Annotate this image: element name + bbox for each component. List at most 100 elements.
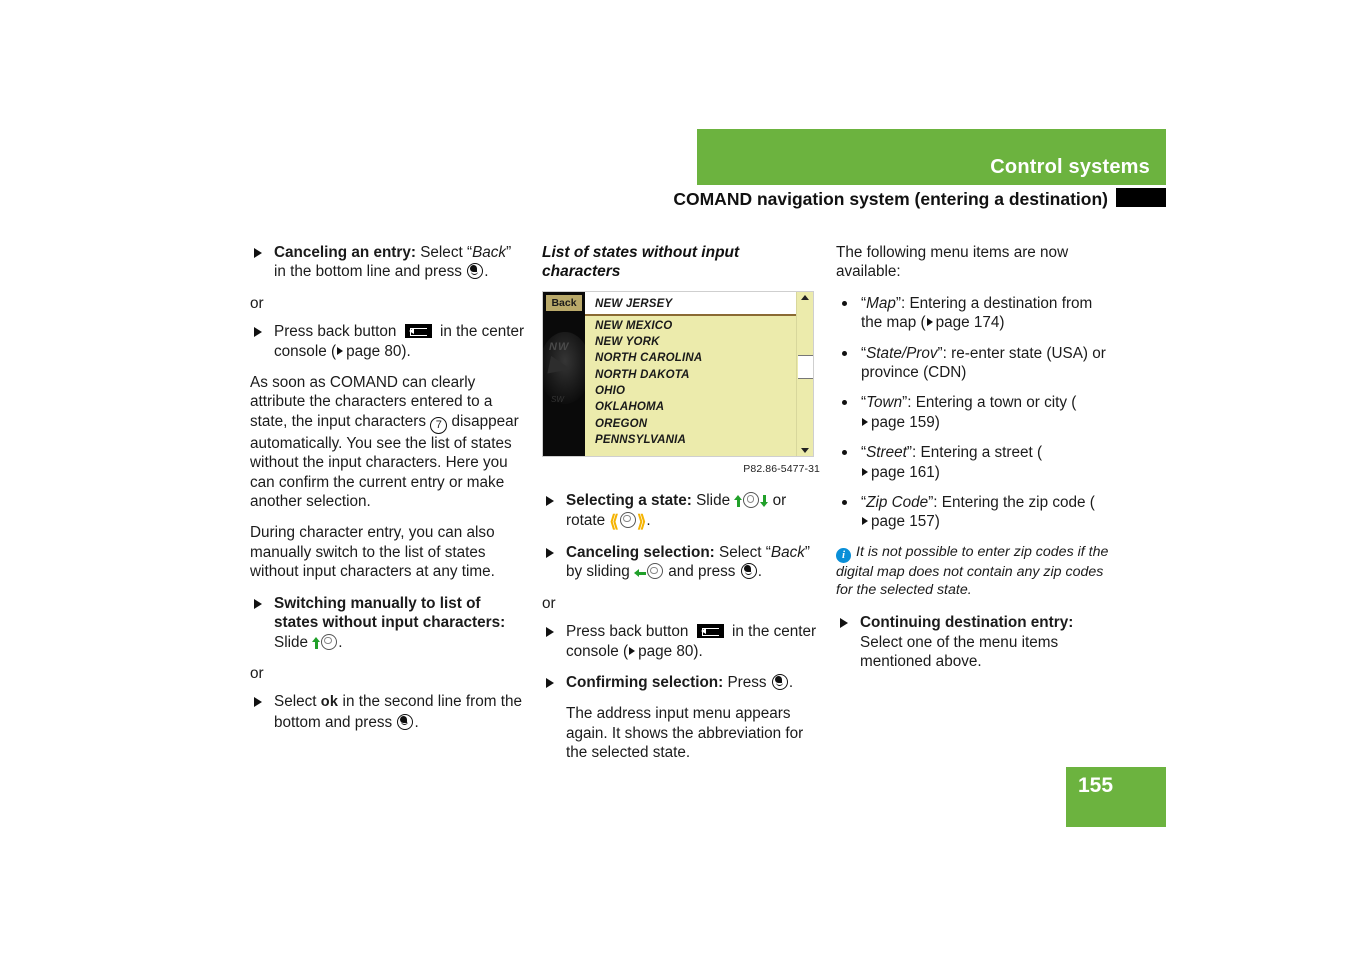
list-item: Selecting a state: Slide or rotate ⟪ ⟫. [542,491,820,531]
info-icon: i [836,547,851,563]
back-keyword: Back [770,544,805,562]
list-item: Confirming selection: Press . [542,673,820,692]
controller-ring-icon [321,633,338,650]
list-item[interactable]: OREGON [595,416,797,432]
menu-item-town: Town [866,394,903,412]
press-back-text-a: Press back button [274,323,397,341]
page-subtitle: COMAND navigation system (entering a des… [673,189,1108,209]
comand-screen-figure: NW SW Back NEW JERSEY NEW MEXICO NEW YOR… [542,290,814,457]
canceling-selection-text-c: and press [668,563,736,581]
slide-left-arrow-icon [634,569,647,578]
screen-selected-row[interactable]: NEW JERSEY [585,291,797,316]
screen-state-list[interactable]: NEW MEXICO NEW YORK NORTH CAROLINA NORTH… [585,315,797,456]
controller-ring-icon [743,492,760,509]
confirming-selection-text: Press [723,674,767,692]
canceling-entry-text-a: Select “ [415,244,473,261]
page-ref: page 159) [871,413,940,431]
menu-items-intro: The following menu items are now availab… [836,244,1069,281]
menu-item-zipcode-desc: ”: Entering the zip code ( [928,494,1095,512]
left-column: Canceling an entry: Select “Back” in the… [250,243,525,744]
manual-page: Control systems COMAND navigation system… [0,0,1351,954]
back-button-icon [404,324,432,339]
menu-item-map: Map [866,294,896,312]
middle-column: List of states without input characters … [542,243,820,775]
list-item: “Town”: Entering a town or city (page 15… [836,393,1113,432]
back-button-icon [696,624,724,639]
screen-selected-state: NEW JERSEY [595,297,673,310]
page-number: 155 [1078,774,1114,797]
page-ref-triangle-icon [862,517,868,526]
or-separator-2: or [250,664,264,682]
list-item: Press back button in the center console … [542,622,820,661]
figure-title: List of states without input characters [542,244,740,281]
address-menu-paragraph: The address input menu appears again. It… [542,704,820,762]
compass-label-sw: SW [551,394,564,404]
page-ref-triangle-icon [629,646,636,655]
confirming-selection-label: Confirming selection: [566,674,724,692]
page-ref-triangle-icon [862,467,868,476]
list-item: “Map”: Entering a destination from the m… [836,294,1113,333]
ok-keyword: ok [320,694,339,711]
list-item[interactable]: NORTH DAKOTA [595,367,797,383]
paragraph-manual-switch: During character entry, you can also man… [250,524,495,581]
list-item: “Street”: Entering a street (page 161) [836,443,1113,482]
list-item: “State/Prov”: re-enter state (USA) or pr… [836,344,1113,383]
selecting-state-text-a: Slide [691,492,731,510]
slide-up-arrow-icon [312,636,321,649]
continuing-entry-text: Select one of the menu items mentioned a… [860,633,1059,671]
menu-item-stateprov: State/Prov [866,344,938,362]
list-item[interactable]: OKLAHOMA [595,399,797,415]
header-black-tab [1116,188,1166,207]
controller-ring-icon [647,563,664,580]
list-item[interactable]: PENNSYLVANIA [595,432,797,448]
list-item[interactable]: NEW YORK [595,334,797,350]
page-ref: page 80). [346,342,411,360]
back-keyword: Back [472,244,507,261]
circled-number-7: 7 [430,416,448,434]
compass-label-nw: NW [549,340,570,353]
rotate-right-bracket-icon: ⟫ [636,511,647,531]
canceling-entry-label: Canceling an entry: [274,244,416,261]
page-ref: page 161) [871,463,940,481]
address-menu-text: The address input menu appears again. It… [566,705,804,762]
scrollbar-thumb[interactable] [798,354,813,379]
page-ref: page 80). [638,642,703,660]
info-note: i It is not possible to enter zip codes i… [836,543,1113,599]
or-separator-1: or [250,294,264,312]
press-controller-icon [771,674,788,691]
list-item: “Zip Code”: Entering the zip code (page … [836,493,1113,532]
rotate-left-bracket-icon: ⟪ [609,511,619,531]
list-item: Select ok in the second line from the bo… [250,692,525,732]
screen-scrollbar[interactable] [796,291,813,456]
list-item[interactable]: NEW MEXICO [595,318,797,334]
list-item[interactable]: NORTH CAROLINA [595,350,797,366]
info-note-text: It is not possible to enter zip codes if… [836,543,1109,599]
figure-caption: P82.86-5477-31 [743,462,820,475]
menu-item-town-desc: ”: Entering a town or city ( [902,394,1077,412]
press-back-text-a: Press back button [566,623,689,641]
controller-ring-icon [619,511,636,528]
page-ref-triangle-icon [862,417,868,426]
select-ok-text-a: Select [274,693,317,711]
page-ref: page 157) [871,513,940,531]
list-item[interactable]: OHIO [595,383,797,399]
paragraph-attribute: As soon as COMAND can clearly attribute … [250,373,525,511]
list-item: Canceling selection: Select “Back” by sl… [542,543,820,582]
list-item: Canceling an entry: Select “Back” in the… [250,243,525,282]
page-ref: page 174) [935,314,1005,332]
list-item: Continuing destination entry: Select one… [836,613,1113,671]
press-controller-icon [740,563,757,580]
press-controller-icon [397,713,414,730]
menu-item-street-desc: ”: Entering a street ( [906,444,1043,462]
canceling-selection-label: Canceling selection: [566,544,715,562]
header-green-band: Control systems [697,129,1166,185]
press-controller-icon [467,263,484,280]
screen-back-button[interactable]: Back [546,294,582,311]
canceling-selection-text-a: Select “ [714,544,771,562]
scroll-down-arrow-icon[interactable] [801,447,809,453]
selecting-state-label: Selecting a state: [566,492,692,510]
right-column: The following menu items are now availab… [836,243,1113,684]
scroll-up-arrow-icon[interactable] [801,294,809,300]
continuing-entry-label: Continuing destination entry: [860,614,1074,632]
slide-up-arrow-icon [734,495,743,508]
